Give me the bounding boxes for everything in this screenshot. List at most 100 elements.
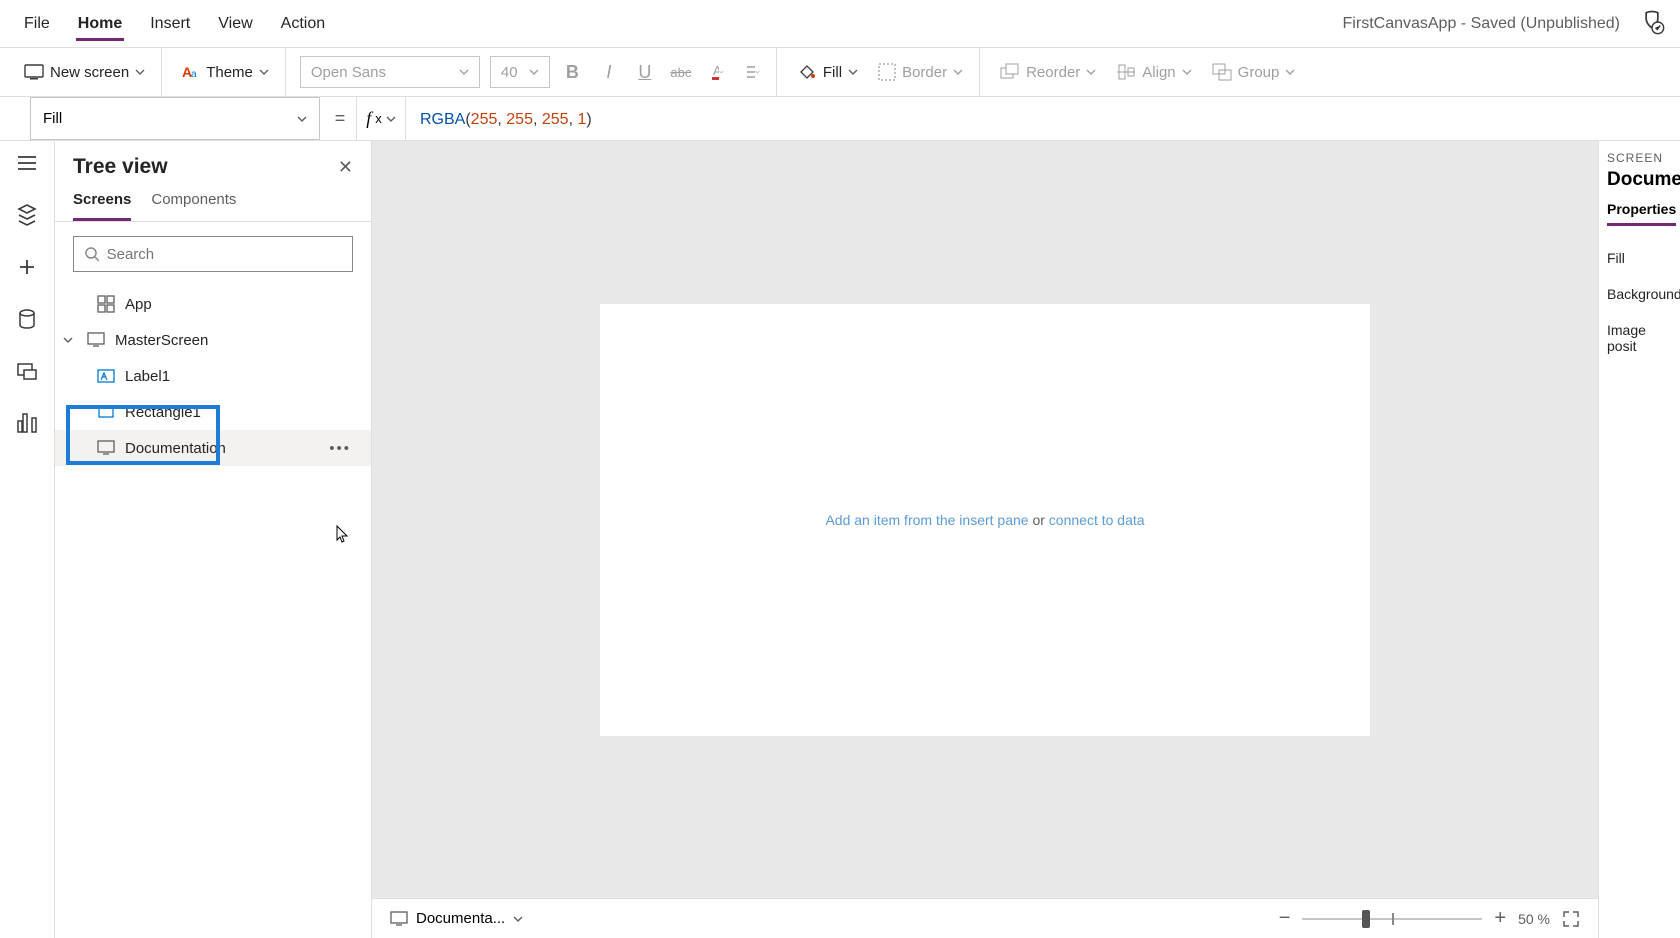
tree-item-label: MasterScreen bbox=[115, 332, 208, 349]
close-pane-button[interactable]: ✕ bbox=[338, 157, 353, 178]
rectangle-icon bbox=[97, 403, 115, 421]
expand-icon bbox=[1562, 910, 1580, 928]
menu-insert[interactable]: Insert bbox=[136, 5, 204, 43]
properties-pane: SCREEN Document Properties Fill Backgrou… bbox=[1598, 141, 1680, 938]
chevron-down-icon bbox=[1285, 67, 1295, 77]
chevron-down-icon bbox=[1182, 67, 1192, 77]
status-selected-screen[interactable]: Documenta... bbox=[390, 910, 523, 927]
align-objects-button[interactable]: Align bbox=[1110, 59, 1197, 85]
chevron-down-icon bbox=[848, 67, 858, 77]
app-title: FirstCanvasApp - Saved (Unpublished) bbox=[1343, 15, 1620, 33]
chevron-down-icon bbox=[579, 67, 580, 77]
formula-arg: 255 bbox=[471, 111, 498, 128]
chevron-down-icon bbox=[135, 67, 145, 77]
align-objects-icon bbox=[1116, 63, 1136, 81]
prop-row-background[interactable]: Background bbox=[1607, 276, 1672, 312]
property-value: Fill bbox=[43, 110, 62, 127]
prop-screen-name: Document bbox=[1607, 169, 1672, 191]
tree-list: App MasterScreen Label1 Rectangle1 Doc bbox=[55, 280, 371, 472]
reorder-button[interactable]: Reorder bbox=[994, 59, 1102, 85]
property-select[interactable]: Fill bbox=[30, 97, 320, 140]
font-color-icon: A bbox=[710, 62, 719, 82]
prop-row-image-position[interactable]: Image posit bbox=[1607, 312, 1672, 364]
app-icon bbox=[97, 295, 115, 313]
zoom-out-button[interactable]: − bbox=[1279, 907, 1291, 930]
prop-category: SCREEN bbox=[1607, 151, 1672, 165]
tree-search-input[interactable] bbox=[107, 246, 342, 263]
connect-data-link[interactable]: connect to data bbox=[1049, 512, 1145, 528]
menu-view[interactable]: View bbox=[204, 5, 266, 43]
fx-button[interactable]: fx bbox=[356, 97, 406, 140]
media-icon[interactable] bbox=[15, 359, 39, 383]
chevron-down-icon bbox=[953, 67, 963, 77]
menu-home[interactable]: Home bbox=[64, 5, 136, 43]
insert-icon[interactable] bbox=[15, 255, 39, 279]
zoom-slider[interactable] bbox=[1302, 918, 1482, 920]
italic-button[interactable]: I bbox=[596, 59, 622, 85]
advanced-tools-icon[interactable] bbox=[15, 411, 39, 435]
hamburger-icon[interactable] bbox=[15, 151, 39, 175]
border-label: Border bbox=[902, 64, 947, 81]
new-screen-button[interactable]: New screen bbox=[18, 60, 151, 85]
tree-item-more-button[interactable]: ••• bbox=[329, 440, 351, 457]
chevron-down-icon bbox=[259, 67, 269, 77]
tree-item-label: Rectangle1 bbox=[125, 404, 201, 421]
canvas-area: Add an item from the insert pane or conn… bbox=[372, 141, 1598, 938]
tree-view-pane: Tree view ✕ Screens Components App Maste… bbox=[55, 141, 372, 938]
formula-input[interactable]: RGBA(255, 255, 255, 1) bbox=[406, 109, 1680, 129]
formula-arg: 255 bbox=[506, 111, 533, 128]
font-size-select[interactable]: 40 bbox=[490, 56, 550, 88]
zoom-value: 50 % bbox=[1518, 911, 1550, 927]
formula-arg: 255 bbox=[542, 111, 569, 128]
chevron-down-icon bbox=[529, 67, 539, 77]
prop-row-fill[interactable]: Fill bbox=[1607, 240, 1672, 276]
font-color-button[interactable]: A bbox=[704, 59, 730, 85]
theme-button[interactable]: Aa Theme bbox=[176, 59, 275, 85]
chevron-down-icon bbox=[386, 114, 396, 124]
fill-label: Fill bbox=[823, 64, 842, 81]
chevron-down-icon bbox=[719, 67, 724, 77]
label-icon bbox=[97, 367, 115, 385]
menu-file[interactable]: File bbox=[10, 5, 64, 43]
tree-item-label: App bbox=[125, 296, 152, 313]
tree-view-title: Tree view bbox=[73, 155, 168, 179]
zoom-in-button[interactable]: + bbox=[1494, 907, 1506, 930]
zoom-control: − + 50 % bbox=[1279, 907, 1580, 930]
fit-to-window-button[interactable] bbox=[1562, 910, 1580, 928]
menu-action[interactable]: Action bbox=[267, 5, 339, 43]
group-button[interactable]: Group bbox=[1206, 59, 1302, 85]
font-family-select[interactable]: Open Sans bbox=[300, 56, 480, 88]
tree-item-documentation[interactable]: Documentation ••• bbox=[55, 430, 371, 466]
app-checker-icon[interactable] bbox=[1638, 8, 1666, 36]
screen-icon bbox=[24, 64, 44, 80]
caret-down-icon[interactable] bbox=[63, 335, 77, 345]
screen-icon bbox=[97, 439, 115, 457]
insert-pane-link[interactable]: Add an item from the insert pane bbox=[825, 512, 1028, 528]
canvas-screen[interactable]: Add an item from the insert pane or conn… bbox=[600, 304, 1370, 736]
reorder-icon bbox=[1000, 63, 1020, 81]
menu-bar: File Home Insert View Action FirstCanvas… bbox=[0, 0, 1680, 48]
fill-button[interactable]: Fill bbox=[791, 58, 864, 86]
paint-bucket-icon bbox=[797, 62, 817, 82]
align-button[interactable] bbox=[740, 59, 766, 85]
bold-button[interactable]: B bbox=[560, 59, 586, 85]
prop-tab-properties[interactable]: Properties bbox=[1607, 201, 1676, 226]
data-icon[interactable] bbox=[15, 307, 39, 331]
tree-item-app[interactable]: App bbox=[55, 286, 371, 322]
tree-item-label1[interactable]: Label1 bbox=[55, 358, 371, 394]
group-label: Group bbox=[1238, 64, 1280, 81]
tab-components[interactable]: Components bbox=[151, 191, 236, 221]
tree-search[interactable] bbox=[73, 236, 353, 272]
theme-icon: Aa bbox=[182, 63, 200, 81]
status-selected-label: Documenta... bbox=[416, 910, 505, 927]
screen-icon bbox=[87, 331, 105, 349]
tree-view-icon[interactable] bbox=[15, 203, 39, 227]
text-align-icon bbox=[746, 65, 755, 79]
underline-button[interactable]: U bbox=[632, 59, 658, 85]
tree-item-masterscreen[interactable]: MasterScreen bbox=[55, 322, 371, 358]
border-button[interactable]: Border bbox=[872, 59, 969, 85]
strike-button[interactable]: abc bbox=[668, 59, 694, 85]
tree-item-rectangle1[interactable]: Rectangle1 bbox=[55, 394, 371, 430]
svg-text:a: a bbox=[191, 69, 197, 80]
tab-screens[interactable]: Screens bbox=[73, 191, 131, 221]
